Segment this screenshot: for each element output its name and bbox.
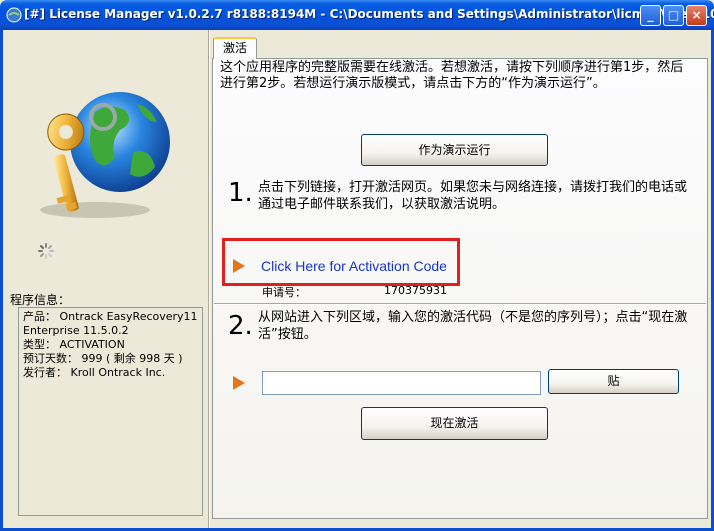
tab-activation[interactable]: 激活 (213, 37, 257, 59)
request-number-value: 170375931 (384, 284, 447, 297)
info-days: 预订天数： 999 ( 剩余 998 天 ) (23, 352, 183, 365)
minimize-button[interactable]: _ (640, 5, 661, 26)
highlight-box (222, 238, 460, 286)
activation-code-input[interactable] (262, 371, 541, 395)
step-1-number: 1. (228, 178, 253, 208)
window-title: [#] License Manager v1.0.2.7 r8188:8194M… (24, 7, 714, 21)
step-1-text: 点击下列链接，打开激活网页。如果您未与网络连接，请拨打我们的电话或通过电子邮件联… (258, 180, 688, 212)
paste-button[interactable]: 贴 (548, 369, 679, 394)
info-publisher: 发行者： Kroll Ontrack Inc. (23, 366, 166, 379)
license-key-globe-icon (40, 92, 170, 218)
activate-now-button[interactable]: 现在激活 (361, 407, 548, 440)
maximize-button[interactable]: □ (663, 5, 684, 26)
close-button[interactable]: × (686, 5, 707, 26)
request-number-label: 申请号： (262, 286, 306, 299)
app-icon (6, 7, 22, 23)
loading-spinner-icon (38, 243, 54, 259)
horizontal-divider (214, 303, 706, 305)
step-2-text: 从网站进入下列区域，输入您的激活代码（不是您的序列号）；点击“现在激活”按钮。 (258, 310, 688, 342)
info-type: 类型： ACTIVATION (23, 338, 125, 351)
run-as-demo-button[interactable]: 作为演示运行 (361, 134, 548, 166)
intro-text: 这个应用程序的完整版需要在线激活。若想激活，请按下列顺序进行第1步，然后进行第2… (220, 60, 684, 91)
step-2-number: 2. (228, 311, 253, 341)
program-info-label: 程序信息： (10, 293, 71, 307)
program-info-box: 产品： Ontrack EasyRecovery11 Enterprise 11… (18, 307, 203, 516)
arrow-right-icon (233, 376, 245, 390)
vertical-divider (208, 30, 210, 528)
title-bar[interactable]: [#] License Manager v1.0.2.7 r8188:8194M… (0, 0, 714, 30)
info-product: 产品： Ontrack EasyRecovery11 Enterprise 11… (23, 310, 202, 337)
